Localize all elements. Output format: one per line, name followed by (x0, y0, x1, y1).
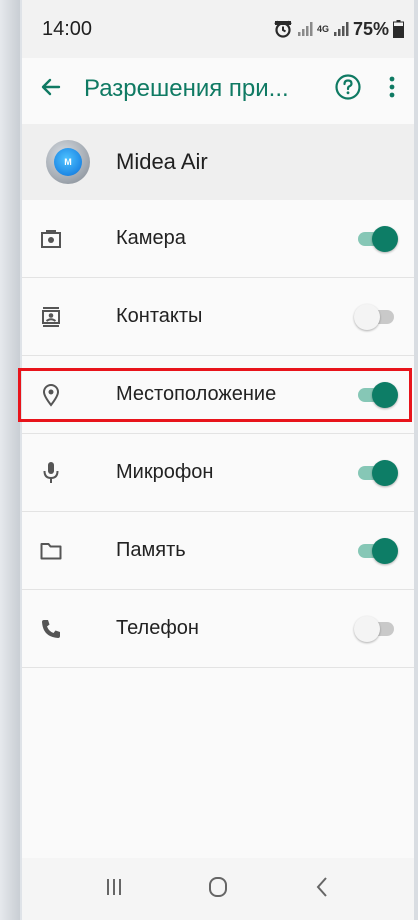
home-button[interactable] (198, 869, 238, 909)
contacts-toggle[interactable] (354, 303, 396, 331)
highlight-annotation (18, 368, 412, 422)
app-info-row: M Midea Air (22, 124, 414, 200)
back-button[interactable] (22, 60, 80, 118)
permission-row-contacts[interactable]: Контакты (22, 278, 414, 356)
permission-row-microphone[interactable]: Микрофон (22, 434, 414, 512)
battery-icon (393, 20, 404, 38)
background-frame (0, 0, 20, 920)
home-icon (207, 876, 229, 903)
permission-row-phone[interactable]: Телефон (22, 590, 414, 668)
help-button[interactable] (326, 60, 370, 118)
app-name: Midea Air (116, 149, 208, 174)
permission-row-camera[interactable]: Камера (22, 200, 414, 278)
permission-label: Телефон (116, 617, 199, 639)
phone-screen: 14:00 4G 75% Разрешения при... M Midea A… (22, 0, 414, 920)
alarm-icon (273, 20, 293, 38)
permission-list: Камера Контакты Местоположение Микрофон … (22, 200, 414, 668)
permission-label: Контакты (116, 305, 203, 327)
page-title: Разрешения при... (84, 75, 289, 102)
camera-icon (40, 228, 62, 250)
back-icon (315, 876, 329, 903)
storage-toggle[interactable] (356, 537, 398, 565)
recent-apps-button[interactable] (94, 869, 134, 909)
permission-label: Микрофон (116, 461, 214, 483)
status-bar: 14:00 4G 75% (22, 0, 414, 58)
signal-icon (297, 21, 313, 37)
contacts-icon (40, 306, 62, 328)
signal-icon (333, 21, 349, 37)
network-type: 4G (316, 23, 329, 34)
phone-icon (40, 618, 62, 640)
arrow-left-icon (39, 75, 63, 104)
status-icons: 4G 75% (273, 19, 404, 40)
background-frame-right (414, 0, 418, 920)
recent-apps-icon (105, 877, 123, 902)
permission-label: Память (116, 539, 186, 561)
more-vert-icon (388, 75, 396, 104)
app-icon: M (46, 140, 90, 184)
folder-icon (40, 540, 62, 562)
app-bar: Разрешения при... (22, 58, 414, 120)
more-options-button[interactable] (370, 60, 414, 118)
microphone-icon (40, 461, 62, 484)
back-nav-button[interactable] (302, 869, 342, 909)
microphone-toggle[interactable] (356, 459, 398, 487)
help-circle-icon (334, 73, 362, 106)
permission-row-storage[interactable]: Память (22, 512, 414, 590)
cloud-logo-icon: M (54, 148, 82, 176)
navigation-bar (22, 858, 414, 920)
phone-toggle[interactable] (354, 615, 396, 643)
status-time: 14:00 (42, 17, 93, 40)
battery-percent: 75% (352, 18, 389, 39)
camera-toggle[interactable] (356, 225, 398, 253)
permission-label: Камера (116, 227, 186, 249)
